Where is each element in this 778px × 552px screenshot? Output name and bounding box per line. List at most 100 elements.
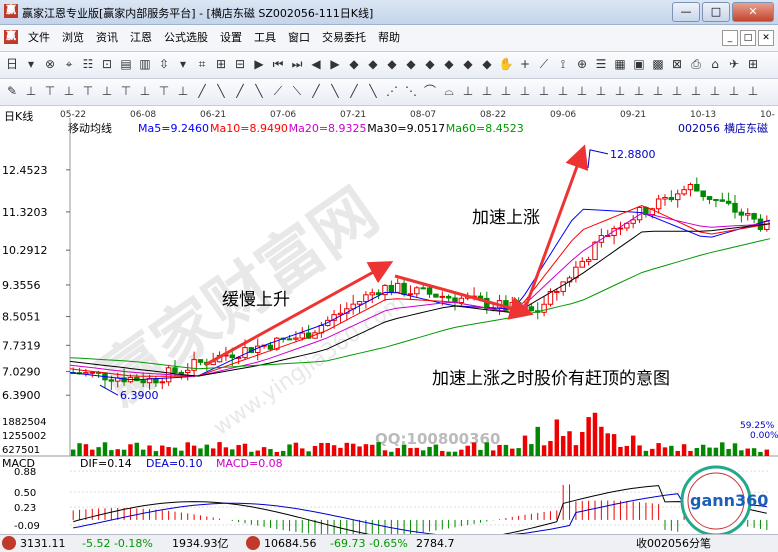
draw-tool-21-icon[interactable]: ⋱ <box>403 83 419 99</box>
draw-tool-25-icon[interactable]: ⊥ <box>479 83 495 99</box>
toolbar-button-19-icon[interactable]: ◆ <box>365 56 381 72</box>
draw-tool-22-icon[interactable]: ⌒ <box>422 83 438 99</box>
toolbar-button-26-icon[interactable]: ✋ <box>498 56 514 72</box>
draw-tool-16-icon[interactable]: ╱ <box>308 83 324 99</box>
toolbar-button-31-icon[interactable]: ☰ <box>593 56 609 72</box>
draw-tool-23-icon[interactable]: ⌓ <box>441 83 457 99</box>
toolbar-button-17-icon[interactable]: ▶ <box>327 56 343 72</box>
menu-item-9[interactable]: 帮助 <box>372 25 406 51</box>
toolbar-button-12-icon[interactable]: ⊟ <box>232 56 248 72</box>
draw-tool-6-icon[interactable]: ⊤ <box>118 83 134 99</box>
draw-tool-39-icon[interactable]: ⊥ <box>745 83 761 99</box>
toolbar-button-24-icon[interactable]: ◆ <box>460 56 476 72</box>
toolbar-button-11-icon[interactable]: ⊞ <box>213 56 229 72</box>
shenzhen-index-value[interactable]: 10684.56 <box>264 535 317 552</box>
draw-tool-0-icon[interactable]: ✎ <box>4 83 20 99</box>
draw-tool-24-icon[interactable]: ⊥ <box>460 83 476 99</box>
toolbar-button-21-icon[interactable]: ◆ <box>403 56 419 72</box>
draw-tool-38-icon[interactable]: ⊥ <box>726 83 742 99</box>
draw-tool-29-icon[interactable]: ⊥ <box>555 83 571 99</box>
draw-tool-14-icon[interactable]: ⟋ <box>270 83 286 99</box>
draw-tool-4-icon[interactable]: ⊤ <box>80 83 96 99</box>
toolbar-button-22-icon[interactable]: ◆ <box>422 56 438 72</box>
draw-tool-35-icon[interactable]: ⊥ <box>669 83 685 99</box>
toolbar-button-7-icon[interactable]: ▥ <box>137 56 153 72</box>
menu-item-8[interactable]: 交易委托 <box>316 25 372 51</box>
toolbar-button-39-icon[interactable]: ⊞ <box>745 56 761 72</box>
draw-tool-37-icon[interactable]: ⊥ <box>707 83 723 99</box>
toolbar-button-34-icon[interactable]: ▩ <box>650 56 666 72</box>
toolbar-button-2-icon[interactable]: ⊗ <box>42 56 58 72</box>
toolbar-button-37-icon[interactable]: ⌂ <box>707 56 723 72</box>
draw-tool-9-icon[interactable]: ⊥ <box>175 83 191 99</box>
menu-item-0[interactable]: 文件 <box>22 25 56 51</box>
draw-tool-3-icon[interactable]: ⊥ <box>61 83 77 99</box>
menu-item-4[interactable]: 公式选股 <box>158 25 214 51</box>
indicator-name[interactable]: 移动均线 <box>68 121 112 135</box>
draw-tool-20-icon[interactable]: ⋰ <box>384 83 400 99</box>
draw-tool-17-icon[interactable]: ╲ <box>327 83 343 99</box>
toolbar-button-30-icon[interactable]: ⊕ <box>574 56 590 72</box>
mdi-minimize-button[interactable]: _ <box>722 30 738 46</box>
toolbar-button-36-icon[interactable]: ⎙ <box>688 56 704 72</box>
draw-tool-12-icon[interactable]: ╱ <box>232 83 248 99</box>
draw-tool-2-icon[interactable]: ⊤ <box>42 83 58 99</box>
toolbar-button-18-icon[interactable]: ◆ <box>346 56 362 72</box>
draw-tool-28-icon[interactable]: ⊥ <box>536 83 552 99</box>
menu-item-1[interactable]: 浏览 <box>56 25 90 51</box>
toolbar-button-6-icon[interactable]: ▤ <box>118 56 134 72</box>
toolbar-button-25-icon[interactable]: ◆ <box>479 56 495 72</box>
toolbar-button-33-icon[interactable]: ▣ <box>631 56 647 72</box>
draw-tool-10-icon[interactable]: ╱ <box>194 83 210 99</box>
toolbar-button-9-icon[interactable]: ▾ <box>175 56 191 72</box>
draw-tool-30-icon[interactable]: ⊥ <box>574 83 590 99</box>
draw-tool-1-icon[interactable]: ⊥ <box>23 83 39 99</box>
toolbar-button-5-icon[interactable]: ⊡ <box>99 56 115 72</box>
toolbar-button-20-icon[interactable]: ◆ <box>384 56 400 72</box>
toolbar-button-0-icon[interactable]: 日 <box>4 56 20 72</box>
toolbar-button-38-icon[interactable]: ✈ <box>726 56 742 72</box>
document-icon[interactable]: 赢 <box>4 30 18 44</box>
toolbar-button-16-icon[interactable]: ◀ <box>308 56 324 72</box>
toolbar-button-13-icon[interactable]: ▶ <box>251 56 267 72</box>
toolbar-button-32-icon[interactable]: ▦ <box>612 56 628 72</box>
toolbar-button-27-icon[interactable]: + <box>517 56 533 72</box>
menu-item-2[interactable]: 资讯 <box>90 25 124 51</box>
draw-tool-11-icon[interactable]: ╲ <box>213 83 229 99</box>
kline-chart[interactable]: 赢家财富网 www.yingjia360.com QQ:100800360 日K… <box>0 106 778 542</box>
draw-tool-13-icon[interactable]: ╲ <box>251 83 267 99</box>
toolbar-button-23-icon[interactable]: ◆ <box>441 56 457 72</box>
toolbar-button-10-icon[interactable]: ⌗ <box>194 56 210 72</box>
toolbar-button-4-icon[interactable]: ☷ <box>80 56 96 72</box>
shanghai-index-value[interactable]: 3131.11 <box>20 535 66 552</box>
draw-tool-32-icon[interactable]: ⊥ <box>612 83 628 99</box>
mdi-restore-button[interactable]: □ <box>740 30 756 46</box>
draw-tool-26-icon[interactable]: ⊥ <box>498 83 514 99</box>
maximize-button[interactable]: □ <box>702 2 730 22</box>
menu-item-5[interactable]: 设置 <box>214 25 248 51</box>
draw-tool-36-icon[interactable]: ⊥ <box>688 83 704 99</box>
toolbar-button-8-icon[interactable]: ⇳ <box>156 56 172 72</box>
draw-tool-5-icon[interactable]: ⊥ <box>99 83 115 99</box>
toolbar-button-3-icon[interactable]: ⌖ <box>61 56 77 72</box>
draw-tool-27-icon[interactable]: ⊥ <box>517 83 533 99</box>
draw-tool-8-icon[interactable]: ⊤ <box>156 83 172 99</box>
menu-item-7[interactable]: 窗口 <box>282 25 316 51</box>
close-button[interactable]: ✕ <box>732 2 774 22</box>
toolbar-button-1-icon[interactable]: ▾ <box>23 56 39 72</box>
draw-tool-34-icon[interactable]: ⊥ <box>650 83 666 99</box>
draw-tool-7-icon[interactable]: ⊥ <box>137 83 153 99</box>
draw-tool-33-icon[interactable]: ⊥ <box>631 83 647 99</box>
draw-tool-19-icon[interactable]: ╲ <box>365 83 381 99</box>
mdi-close-button[interactable]: ✕ <box>758 30 774 46</box>
draw-tool-15-icon[interactable]: ⟍ <box>289 83 305 99</box>
menu-item-6[interactable]: 工具 <box>248 25 282 51</box>
toolbar-button-35-icon[interactable]: ⊠ <box>669 56 685 72</box>
menu-item-3[interactable]: 江恩 <box>124 25 158 51</box>
toolbar-button-28-icon[interactable]: ⟋ <box>536 56 552 72</box>
toolbar-button-14-icon[interactable]: ⏮ <box>270 56 286 72</box>
tick-detail-link[interactable]: 收002056分笔 <box>636 535 711 552</box>
draw-tool-18-icon[interactable]: ╱ <box>346 83 362 99</box>
chart-panel[interactable]: 赢家财富网 www.yingjia360.com QQ:100800360 日K… <box>0 106 778 542</box>
draw-tool-31-icon[interactable]: ⊥ <box>593 83 609 99</box>
